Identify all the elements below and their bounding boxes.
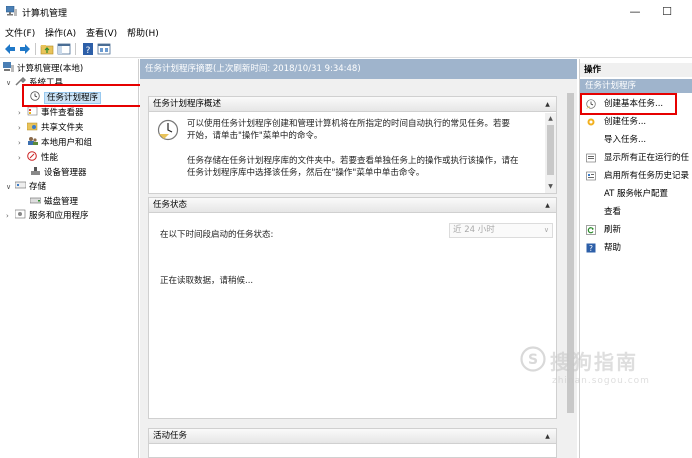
storage-icon: [15, 181, 26, 189]
overview-para-1-line-2: 开始，请单击"操作"菜单中的命令。: [187, 131, 323, 141]
chevron-right-icon[interactable]: ›: [18, 136, 27, 150]
watermark-brand: 搜狗指南: [550, 350, 638, 374]
scroll-down-icon[interactable]: ▼: [545, 181, 556, 192]
menu-action[interactable]: 操作(A): [45, 26, 76, 39]
center-pane: 任务计划程序摘要(上次刷新时间: 2018/10/31 9:34:48) 任务计…: [140, 59, 577, 458]
window-title: 计算机管理: [22, 9, 68, 19]
overview-section: 任务计划程序概述 ▲ 可以使用任务计划程序创建和管理计算机将在所指定的时间自动执…: [148, 96, 557, 194]
overview-para-2-line-1: 任务存储在任务计划程序库的文件夹中。若要查看单独任务上的操作或执行该操作，请在: [187, 156, 519, 166]
overview-section-header[interactable]: 任务计划程序概述 ▲: [149, 97, 556, 112]
properties-icon[interactable]: [97, 42, 111, 56]
action-refresh[interactable]: 刷新: [580, 223, 692, 237]
action-import-task[interactable]: 导入任务...: [580, 133, 692, 147]
console-tree-icon[interactable]: [57, 42, 71, 56]
event-viewer-icon: [27, 106, 38, 116]
chevron-right-icon[interactable]: ›: [18, 151, 27, 165]
tree-item-shared-folders[interactable]: › 共享文件夹: [18, 121, 84, 135]
scroll-thumb[interactable]: [547, 125, 554, 175]
chevron-right-icon[interactable]: ›: [18, 106, 27, 120]
overview-para-2-line-2: 任务计划程序库中选择该任务，然后在"操作"菜单中单击命令。: [187, 168, 425, 178]
status-period-dropdown[interactable]: 近 24 小时 ∨: [449, 223, 553, 238]
toolbar: ?: [0, 40, 692, 58]
chevron-down-icon[interactable]: ∨: [6, 76, 15, 90]
sogou-logo-icon: S: [520, 346, 546, 372]
minimize-button[interactable]: —: [620, 3, 650, 21]
running-tasks-icon: [586, 153, 596, 163]
menu-help[interactable]: 帮助(H): [127, 26, 159, 39]
highlight-box-task-scheduler: [22, 84, 142, 107]
tree-item-performance[interactable]: › 性能: [18, 151, 58, 165]
chevron-down-icon[interactable]: ∨: [6, 180, 15, 194]
active-tasks-section-header[interactable]: 活动任务 ▲: [149, 429, 556, 444]
svg-text:S: S: [528, 352, 538, 368]
task-status-section-header[interactable]: 任务状态 ▲: [149, 198, 556, 213]
chevron-down-icon: ∨: [543, 226, 549, 234]
sogou-watermark: S 搜狗指南 zhinan.sogou.com: [520, 346, 690, 406]
highlight-box-create-basic-task: [580, 93, 677, 115]
help-book-icon[interactable]: ?: [81, 42, 95, 56]
menu-file[interactable]: 文件(F): [5, 26, 35, 39]
tree-item-storage[interactable]: ∨ 存储: [6, 180, 46, 194]
tree-item-event-viewer[interactable]: › 事件查看器: [18, 106, 84, 120]
computer-management-icon: [6, 6, 17, 16]
toolbar-separator: [35, 43, 36, 55]
scroll-up-icon[interactable]: ▲: [545, 113, 556, 124]
action-enable-history[interactable]: 启用所有任务历史记录: [580, 169, 692, 183]
svg-text:?: ?: [86, 46, 91, 56]
maximize-button[interactable]: ☐: [652, 3, 682, 21]
overview-scrollbar[interactable]: ▲ ▼: [545, 113, 556, 193]
watermark-url: zhinan.sogou.com: [552, 376, 650, 386]
overview-para-1-line-1: 可以使用任务计划程序创建和管理计算机将在所指定的时间自动执行的常见任务。若要: [187, 119, 511, 129]
history-icon: [586, 171, 596, 181]
tree-item-root[interactable]: 计算机管理(本地): [3, 62, 83, 76]
console-tree: 计算机管理(本地) ∨ 系统工具 任务计划程序 › 事件查看器 › 共享文件夹 › 本地…: [0, 59, 139, 458]
summary-header: 任务计划程序摘要(上次刷新时间: 2018/10/31 9:34:48): [140, 59, 577, 79]
chevron-right-icon[interactable]: ›: [6, 209, 15, 223]
scheduler-clock-icon: [157, 119, 179, 141]
actions-subtitle[interactable]: 任务计划程序: [580, 79, 692, 93]
active-tasks-section: 活动任务 ▲: [148, 428, 557, 458]
collapse-icon[interactable]: ▲: [543, 100, 552, 109]
collapse-icon[interactable]: ▲: [543, 201, 552, 210]
services-icon: [15, 209, 26, 219]
actions-title: 操作: [580, 63, 692, 77]
back-arrow-icon[interactable]: [3, 42, 17, 56]
computer-management-icon: [3, 62, 14, 72]
help-icon: ?: [586, 243, 596, 253]
up-folder-icon[interactable]: [40, 42, 54, 56]
disk-icon: [30, 197, 41, 204]
action-view[interactable]: 查看: [580, 205, 692, 219]
menu-bar: 文件(F) 操作(A) 查看(V) 帮助(H): [0, 24, 692, 40]
forward-arrow-icon[interactable]: [18, 42, 32, 56]
action-at-service-config[interactable]: AT 服务帐户配置: [580, 187, 692, 201]
loading-message: 正在读取数据，请稍候...: [160, 276, 254, 286]
toolbar-separator: [75, 43, 76, 55]
title-bar: 计算机管理 — ☐: [0, 0, 692, 24]
status-period-label: 在以下时间段启动的任务状态:: [160, 230, 274, 240]
collapse-icon[interactable]: ▲: [543, 432, 552, 441]
performance-icon: [27, 151, 37, 161]
chevron-right-icon[interactable]: ›: [18, 121, 27, 135]
action-show-running-tasks[interactable]: 显示所有正在运行的任: [580, 151, 692, 165]
action-create-task[interactable]: 创建任务...: [580, 115, 692, 129]
shared-folder-icon: [27, 122, 38, 131]
tree-item-local-users[interactable]: › 本地用户和组: [18, 136, 92, 150]
refresh-icon: [586, 225, 596, 235]
menu-view[interactable]: 查看(V): [86, 26, 117, 39]
svg-text:?: ?: [589, 244, 593, 253]
users-icon: [28, 137, 38, 145]
create-task-icon: [587, 118, 595, 126]
tree-item-services-apps[interactable]: › 服务和应用程序: [6, 209, 89, 223]
tree-item-disk-management[interactable]: 磁盘管理: [30, 195, 78, 209]
device-manager-icon: [31, 167, 40, 175]
action-help[interactable]: ? 帮助: [580, 241, 692, 255]
tree-item-device-manager[interactable]: 设备管理器: [30, 166, 87, 180]
